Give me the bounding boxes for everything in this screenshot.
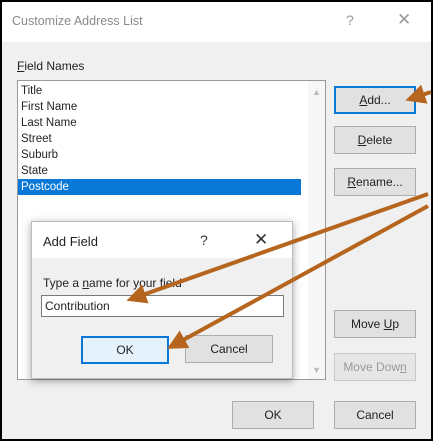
rename-button[interactable]: Rename... <box>334 168 416 196</box>
list-item-suburb[interactable]: Suburb <box>21 147 58 163</box>
close-icon[interactable]: ✕ <box>397 10 411 30</box>
add-button[interactable]: Add... <box>334 86 416 114</box>
list-scrollbar[interactable] <box>308 81 325 379</box>
delete-button-rest: elete <box>366 133 393 147</box>
move-down-button-mnemonic: n <box>400 360 407 374</box>
add-field-help-icon[interactable]: ? <box>200 232 208 248</box>
add-field-title-bar: Add Field ? ✕ <box>32 222 292 258</box>
rename-button-rest: ename... <box>355 175 403 189</box>
move-up-button-rest: p <box>392 317 400 331</box>
add-field-prompt-post: ame for your field <box>89 276 182 290</box>
move-down-button[interactable]: Move Down <box>334 353 416 381</box>
add-button-rest: dd... <box>367 93 391 107</box>
add-field-prompt-pre: Type a <box>43 276 83 290</box>
cancel-button[interactable]: Cancel <box>334 401 416 429</box>
delete-button[interactable]: Delete <box>334 126 416 154</box>
list-item-last-name[interactable]: Last Name <box>21 115 77 131</box>
delete-button-mnemonic: D <box>357 133 367 147</box>
list-item-first-name[interactable]: First Name <box>21 99 77 115</box>
add-field-title: Add Field <box>43 234 98 249</box>
add-field-close-icon[interactable]: ✕ <box>254 230 268 250</box>
field-name-input[interactable]: Contribution <box>41 295 284 317</box>
move-up-button-pre: Move <box>350 317 384 331</box>
field-names-label: Field Names <box>17 59 84 73</box>
move-down-button-pre: Move Dow <box>343 360 400 374</box>
list-item-postcode[interactable]: Postcode <box>18 179 301 195</box>
add-field-prompt: Type a name for your field <box>43 276 182 290</box>
list-item-street[interactable]: Street <box>21 131 52 147</box>
add-field-cancel-button[interactable]: Cancel <box>185 335 273 363</box>
add-field-ok-button[interactable]: OK <box>81 336 169 364</box>
list-item-title[interactable]: Title <box>21 83 42 99</box>
ok-button[interactable]: OK <box>232 401 314 429</box>
add-field-dialog: Add Field ? ✕ Type a name for your field… <box>31 221 293 379</box>
help-icon[interactable]: ? <box>346 12 354 28</box>
field-names-label-rest: ield Names <box>24 59 85 73</box>
move-up-button[interactable]: Move Up <box>334 310 416 338</box>
scroll-up-icon[interactable]: ▲ <box>312 87 321 97</box>
dialog-title: Customize Address List <box>12 14 143 28</box>
list-item-state[interactable]: State <box>21 163 48 179</box>
dialog-title-bar: Customize Address List ? ✕ <box>2 2 431 42</box>
scroll-down-icon[interactable]: ▼ <box>312 365 321 375</box>
rename-button-mnemonic: R <box>347 175 356 189</box>
